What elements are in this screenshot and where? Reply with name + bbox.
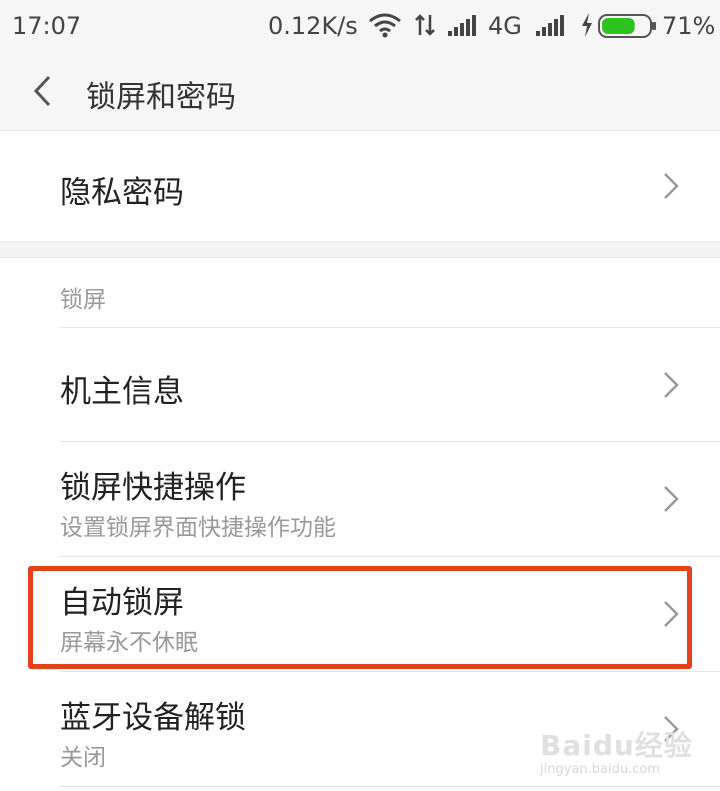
network-type: 4G: [488, 12, 522, 40]
list-item-subtitle: 关闭: [60, 745, 106, 771]
page-title: 锁屏和密码: [86, 80, 236, 115]
privacy-password-label: 隐私密码: [60, 175, 184, 211]
list-item-subtitle: 设置锁屏界面快捷操作功能: [60, 515, 336, 541]
privacy-password-row[interactable]: 隐私密码: [0, 131, 720, 241]
battery-icon: [598, 14, 656, 38]
watermark-url: jingyan.baidu.com: [540, 762, 660, 777]
highlight-box: [28, 566, 692, 669]
chevron-right-icon: [664, 486, 679, 512]
chevron-right-icon: [664, 173, 679, 199]
back-button[interactable]: [30, 74, 56, 108]
data-transfer-icon: [415, 14, 435, 36]
chevron-right-icon: [664, 372, 679, 398]
status-time: 17:07: [12, 12, 82, 40]
app-header: 锁屏和密码: [0, 52, 720, 131]
wifi-icon: [369, 13, 401, 38]
list-item-label: 锁屏快捷操作: [60, 470, 246, 506]
list-item-lock-shortcuts[interactable]: 锁屏快捷操作 设置锁屏界面快捷操作功能: [0, 442, 720, 556]
section-title: 锁屏: [60, 287, 106, 313]
net-speed: 0.12K/s: [268, 12, 358, 40]
watermark-logo: Baidu经验: [540, 729, 693, 762]
signal-icon: [448, 15, 476, 36]
list-item-label: 机主信息: [60, 374, 184, 410]
battery-percent: 71%: [662, 12, 716, 40]
charging-icon: [582, 13, 592, 37]
divider: [60, 786, 720, 787]
section-gap: [0, 241, 720, 258]
list-item-label: 蓝牙设备解锁: [60, 700, 246, 736]
list-item-owner-info[interactable]: 机主信息: [0, 328, 720, 441]
status-bar: 17:07 0.12K/s 4G 71%: [0, 0, 720, 52]
signal-icon: [536, 15, 564, 36]
watermark: Baidu经验 jingyan.baidu.com: [540, 724, 693, 777]
